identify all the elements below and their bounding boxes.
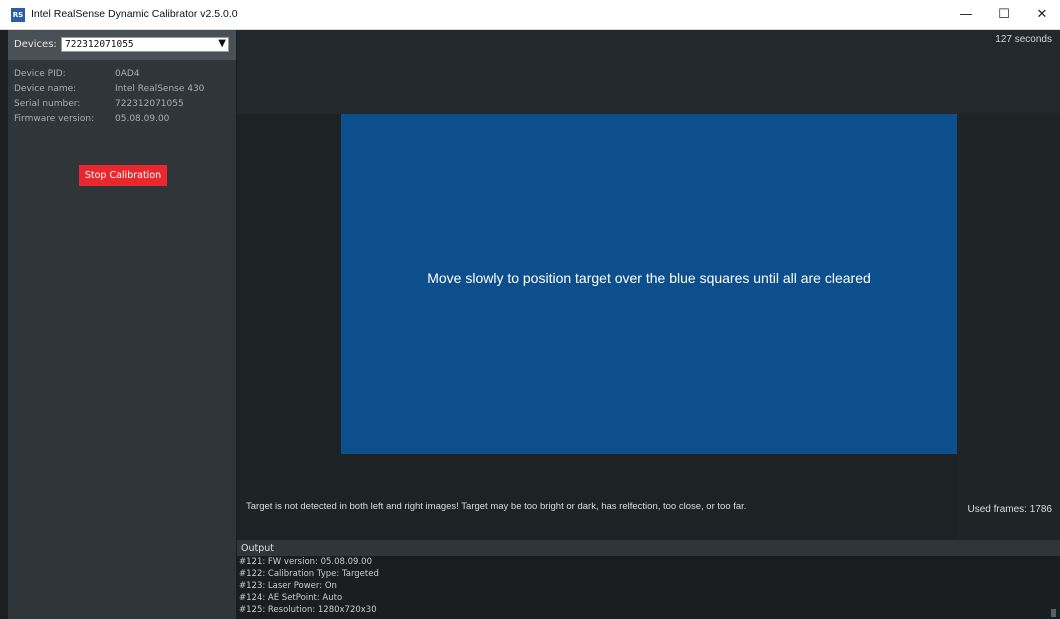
target-instruction: Move slowly to position target over the … [427,270,871,286]
log-line: #124: AE SetPoint: Auto [239,593,343,603]
used-frames-counter: Used frames: 1786 [967,504,1053,515]
window-title: Intel RealSense Dynamic Calibrator v2.5.… [31,8,238,20]
camera-view: 127 seconds Move slowly to position targ… [237,30,1060,540]
target-overlay: Move slowly to position target over the … [341,114,957,454]
info-value: 0AD4 [115,69,140,79]
info-label: Device PID: [14,69,66,79]
window-titlebar: RS Intel RealSense Dynamic Calibrator v2… [0,0,1060,30]
info-label: Device name: [14,84,77,94]
info-value: 722312071055 [115,99,184,109]
chevron-down-icon: ▼ [218,38,226,49]
devices-label: Devices: [14,39,57,50]
detection-warning: Target is not detected in both left and … [246,501,747,512]
log-line: #123: Laser Power: On [239,581,337,591]
info-label: Firmware version: [14,114,95,124]
devices-dropdown[interactable]: 722312071055 ▼ [61,37,229,52]
device-panel: Devices: 722312071055 ▼ Device PID: 0AD4… [8,30,236,619]
log-line: #122: Calibration Type: Targeted [239,569,379,579]
output-title: Output [241,543,274,554]
stop-calibration-button[interactable]: Stop Calibration [79,165,167,186]
output-scrollbar[interactable] [1051,609,1056,617]
log-line: #125: Resolution: 1280x720x30 [239,605,377,615]
close-button[interactable]: ✕ [1021,0,1060,30]
minimize-button[interactable]: — [945,0,987,30]
camera-background [957,114,1060,540]
info-value: Intel RealSense 430 [115,84,205,94]
info-value: 05.08.09.00 [115,114,170,124]
camera-background [237,30,1060,114]
maximize-button[interactable]: ☐ [983,0,1025,30]
devices-row: Devices: 722312071055 ▼ [8,30,236,60]
devices-dropdown-value: 722312071055 [65,39,134,50]
app-logo-icon: RS [11,8,25,22]
info-label: Serial number: [14,99,81,109]
output-header: Output [237,540,1060,556]
output-log[interactable]: Output #121: FW version: 05.08.09.00 #12… [237,540,1060,619]
elapsed-seconds: 127 seconds [995,34,1052,45]
log-line: #121: FW version: 05.08.09.00 [239,557,372,567]
